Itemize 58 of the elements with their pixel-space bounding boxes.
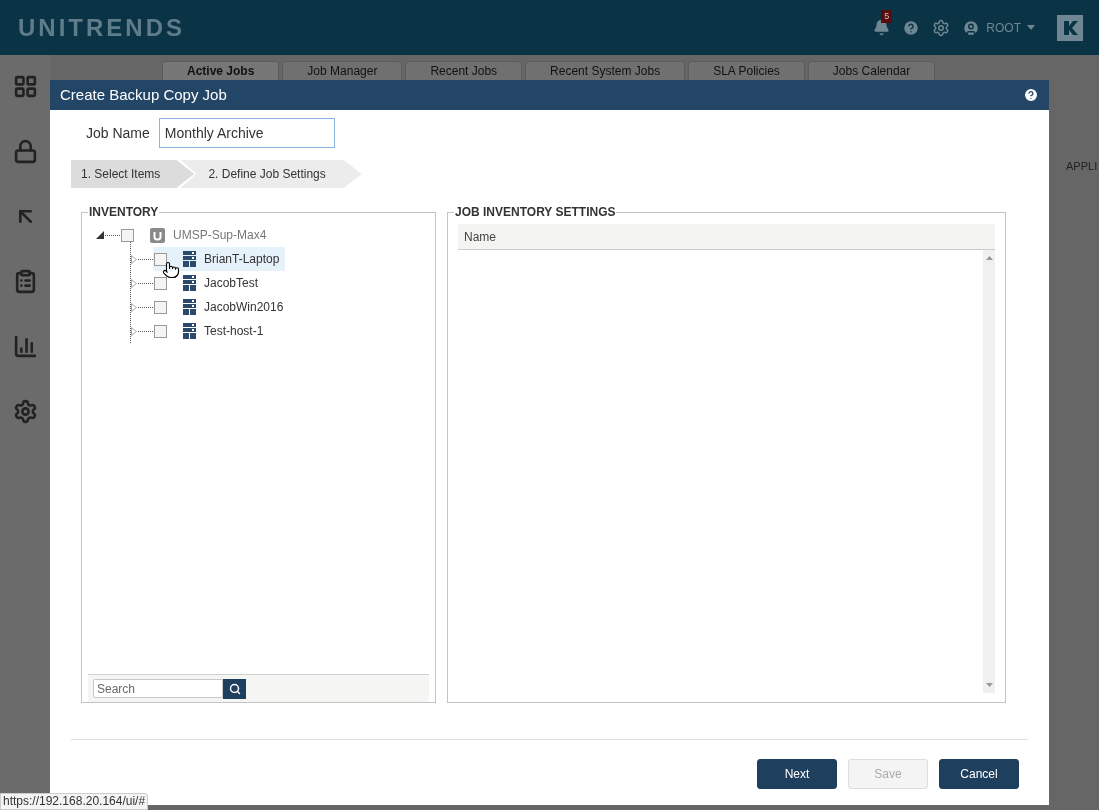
checkbox[interactable] — [154, 324, 167, 338]
panel-legend: JOB INVENTORY SETTINGS — [454, 205, 617, 219]
search-field[interactable]: Search — [93, 679, 223, 698]
lock-icon[interactable] — [12, 139, 38, 164]
settings-icon[interactable] — [12, 399, 38, 424]
dialog-title: Create Backup Copy Job — [60, 84, 227, 105]
help-icon[interactable] — [1023, 87, 1039, 103]
checkbox[interactable] — [154, 252, 167, 266]
collapsed-toggle-icon[interactable] — [131, 302, 137, 312]
checkbox[interactable] — [121, 228, 134, 242]
field-label: Job Name — [86, 123, 150, 143]
tab[interactable]: Recent Jobs — [405, 61, 523, 81]
collapsed-toggle-icon[interactable] — [131, 278, 137, 288]
column-header: APPLI — [1066, 159, 1099, 174]
search-icon — [228, 682, 241, 695]
tree-item-label[interactable]: JacobTest — [204, 274, 259, 292]
checkbox[interactable] — [154, 276, 167, 290]
bar-chart-icon[interactable] — [12, 334, 38, 359]
scroll-down-icon[interactable] — [985, 683, 993, 687]
appliance-icon — [150, 227, 165, 243]
server-icon — [183, 323, 196, 339]
checkbox[interactable] — [154, 300, 167, 314]
server-icon — [183, 275, 196, 291]
logo: UNITRENDS — [18, 12, 185, 43]
tree-item-label[interactable]: Test-host-1 — [204, 322, 264, 340]
panel-legend: INVENTORY — [88, 205, 160, 219]
user-icon — [962, 18, 981, 37]
scroll-up-icon[interactable] — [985, 256, 993, 260]
notification-badge: 5 — [881, 10, 893, 23]
notifications-icon[interactable] — [873, 19, 891, 36]
collapsed-toggle-icon[interactable] — [131, 254, 137, 264]
tab[interactable]: Jobs Calendar — [807, 61, 936, 81]
caret-icon — [1027, 25, 1035, 30]
column-header[interactable]: Name — [458, 224, 502, 249]
dialog-button[interactable]: Cancel — [939, 759, 1019, 789]
server-icon — [183, 251, 196, 267]
collapsed-toggle-icon[interactable] — [131, 326, 137, 336]
tab[interactable]: Job Manager — [282, 61, 403, 81]
status-url: https://192.168.20.164/ui/# — [0, 793, 149, 810]
server-icon — [183, 299, 196, 315]
dialog-button[interactable]: Next — [757, 759, 837, 789]
expanded-toggle-icon[interactable] — [96, 231, 104, 239]
user-menu[interactable]: ROOT — [962, 18, 1035, 37]
tab[interactable]: Recent System Jobs — [525, 61, 686, 81]
settings-icon[interactable] — [932, 18, 951, 37]
tree-item-label[interactable]: BrianT-Laptop — [204, 250, 280, 268]
hand-cursor-icon — [162, 261, 180, 279]
job-name-field[interactable]: Monthly Archive — [158, 118, 335, 148]
tab[interactable]: Active Jobs — [162, 61, 280, 81]
wizard-step[interactable]: 2. Define Job Settings — [180, 160, 362, 188]
logo-icon — [1057, 14, 1083, 41]
dashboard-icon[interactable] — [12, 74, 38, 99]
tree-item-label[interactable]: UMSP-Sup-Max4 — [173, 226, 267, 244]
wizard-step[interactable]: 1. Select Items — [71, 160, 195, 188]
search-button[interactable] — [223, 678, 246, 699]
scrollbar[interactable] — [983, 250, 995, 693]
tab[interactable]: SLA Policies — [688, 61, 805, 81]
tree-item-label[interactable]: JacobWin2016 — [204, 298, 284, 316]
